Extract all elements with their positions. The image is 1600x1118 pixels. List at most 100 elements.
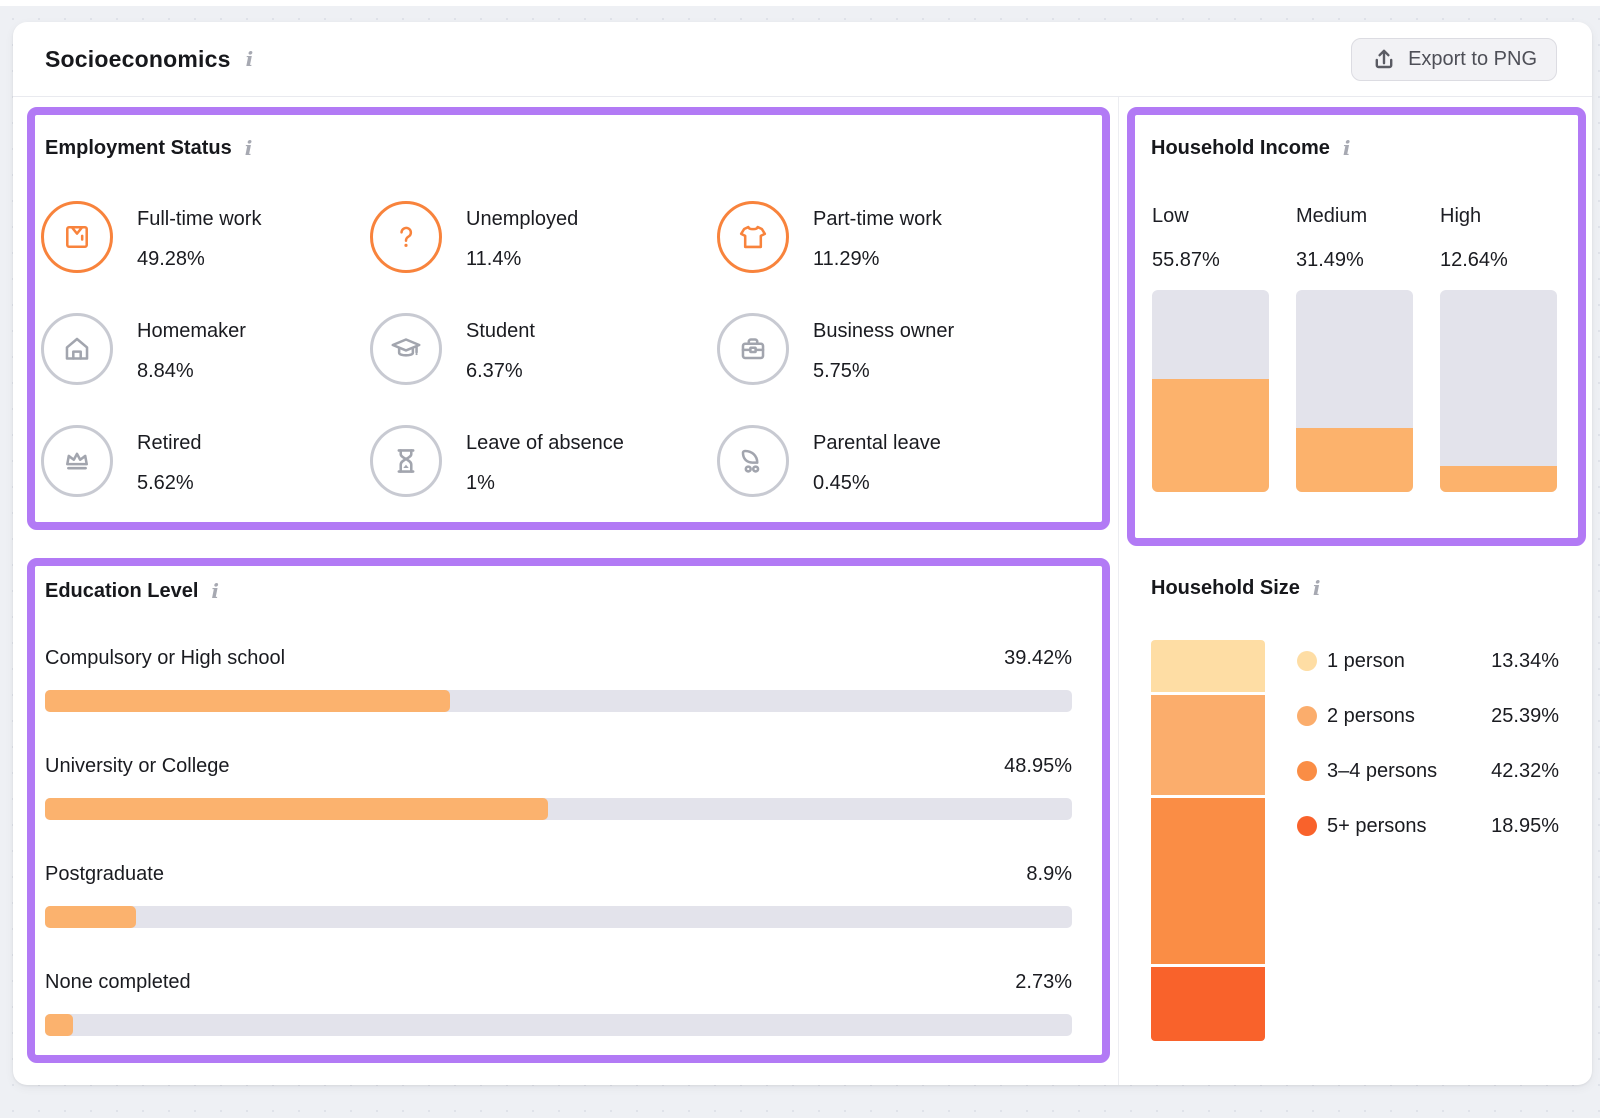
income-bar-fill (1152, 379, 1269, 492)
education-label: None completed (45, 969, 191, 995)
education-value: 2.73% (1015, 969, 1072, 995)
legend-dot (1297, 761, 1317, 781)
legend-row: 2 persons 25.39% (1297, 699, 1559, 733)
info-icon[interactable]: i (246, 49, 254, 69)
size-segment-3-4-persons (1151, 798, 1265, 964)
hourglass-icon (370, 425, 442, 497)
employment-value: 8.84% (137, 358, 246, 384)
employment-item-fulltime: Full-time work 49.28% (41, 201, 370, 313)
income-column-low: Low 55.87% (1152, 203, 1269, 492)
education-label: University or College (45, 753, 230, 779)
household-size-stacked-bar (1151, 640, 1265, 1041)
legend-dot (1297, 706, 1317, 726)
income-bar-medium (1296, 290, 1413, 492)
employment-item-homemaker: Homemaker 8.84% (41, 313, 370, 425)
education-row-university: University or College 48.95% (45, 753, 1072, 820)
employment-item-unemployed: Unemployed 11.4% (370, 201, 717, 313)
shirt-icon (41, 201, 113, 273)
income-bar-low (1152, 290, 1269, 492)
socioeconomics-card: Socioeconomics i Export to PNG Employmen… (13, 22, 1592, 1085)
legend-label: 2 persons (1327, 699, 1449, 733)
employment-value: 49.28% (137, 246, 261, 272)
employment-value: 6.37% (466, 358, 535, 384)
employment-info-icon[interactable]: i (245, 138, 253, 158)
crown-icon (41, 425, 113, 497)
size-segment-1-person (1151, 640, 1265, 692)
employment-label: Retired (137, 430, 201, 456)
education-row-postgraduate: Postgraduate 8.9% (45, 861, 1072, 928)
employment-value: 11.29% (813, 246, 942, 272)
income-bar-high (1440, 290, 1557, 492)
employment-status-panel: Employment Status i Full-time work 49.28… (27, 107, 1110, 530)
education-bar-fill (45, 690, 450, 712)
legend-value: 25.39% (1491, 699, 1559, 733)
employment-item-leave-of-absence: Leave of absence 1% (370, 425, 717, 537)
legend-label: 5+ persons (1327, 809, 1449, 843)
income-value: 55.87% (1152, 247, 1269, 273)
export-button-label: Export to PNG (1408, 48, 1537, 71)
income-bars: Low 55.87% Medium 31.49% High 12.64% (1152, 203, 1578, 492)
employment-label: Parental leave (813, 430, 941, 456)
income-label: Medium (1296, 203, 1413, 229)
employment-value: 0.45% (813, 470, 941, 496)
household-size-panel: Household Size i 1 person 13.34% 2 perso… (1135, 553, 1559, 1063)
legend-label: 3–4 persons (1327, 754, 1449, 788)
employment-item-retired: Retired 5.62% (41, 425, 370, 537)
upload-icon (1371, 46, 1397, 72)
income-label: Low (1152, 203, 1269, 229)
household-size-legend: 1 person 13.34% 2 persons 25.39% 3–4 per… (1297, 640, 1559, 1041)
stroller-icon (717, 425, 789, 497)
legend-row: 5+ persons 18.95% (1297, 809, 1559, 843)
education-title: Education Level (45, 578, 198, 604)
education-row-none: None completed 2.73% (45, 969, 1072, 1036)
education-info-icon[interactable]: i (211, 581, 219, 601)
house-icon (41, 313, 113, 385)
employment-label: Unemployed (466, 206, 578, 232)
income-column-medium: Medium 31.49% (1296, 203, 1413, 492)
income-value: 31.49% (1296, 247, 1413, 273)
employment-label: Leave of absence (466, 430, 624, 456)
household-income-info-icon[interactable]: i (1343, 138, 1351, 158)
education-bar (45, 906, 1072, 928)
household-size-title: Household Size (1151, 575, 1300, 601)
employment-title: Employment Status (45, 135, 232, 161)
household-size-info-icon[interactable]: i (1313, 578, 1321, 598)
household-income-title: Household Income (1151, 135, 1330, 161)
education-bar (45, 1014, 1072, 1036)
employment-value: 5.62% (137, 470, 201, 496)
employment-item-business-owner: Business owner 5.75% (717, 313, 1102, 425)
education-row-compulsory: Compulsory or High school 39.42% (45, 645, 1072, 712)
education-bar (45, 798, 1072, 820)
education-label: Compulsory or High school (45, 645, 285, 671)
education-value: 48.95% (1004, 753, 1072, 779)
household-income-panel: Household Income i Low 55.87% Medium 31.… (1127, 107, 1586, 546)
question-mark-icon (370, 201, 442, 273)
page-title: Socioeconomics (45, 46, 231, 73)
card-header: Socioeconomics i Export to PNG (13, 22, 1592, 97)
legend-value: 13.34% (1491, 644, 1559, 678)
income-bar-fill (1296, 428, 1413, 492)
education-bar (45, 690, 1072, 712)
income-bar-fill (1440, 466, 1557, 492)
employment-label: Homemaker (137, 318, 246, 344)
employment-value: 1% (466, 470, 624, 496)
legend-label: 1 person (1327, 644, 1449, 678)
legend-row: 3–4 persons 42.32% (1297, 754, 1559, 788)
education-value: 39.42% (1004, 645, 1072, 671)
education-bar-fill (45, 798, 548, 820)
employment-item-student: Student 6.37% (370, 313, 717, 425)
education-bar-fill (45, 906, 136, 928)
employment-item-parental-leave: Parental leave 0.45% (717, 425, 1102, 537)
employment-grid: Full-time work 49.28% Unemployed 11.4% (41, 201, 1102, 537)
briefcase-icon (717, 313, 789, 385)
income-value: 12.64% (1440, 247, 1557, 273)
employment-label: Full-time work (137, 206, 261, 232)
legend-value: 18.95% (1491, 809, 1559, 843)
education-level-panel: Education Level i Compulsory or High sch… (27, 558, 1110, 1063)
column-divider (1118, 97, 1119, 1085)
education-value: 8.9% (1026, 861, 1072, 887)
legend-dot (1297, 816, 1317, 836)
legend-row: 1 person 13.34% (1297, 644, 1559, 678)
export-to-png-button[interactable]: Export to PNG (1351, 38, 1557, 81)
employment-value: 11.4% (466, 246, 578, 272)
